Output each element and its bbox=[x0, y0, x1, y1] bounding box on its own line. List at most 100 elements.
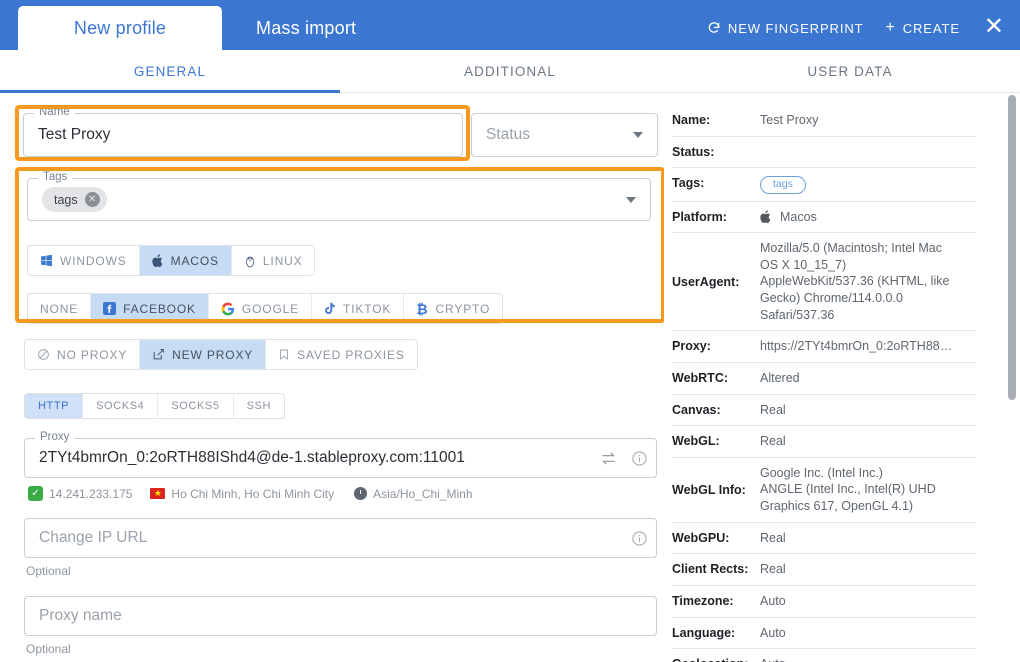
title-bar-actions: NEW FINGERPRINT + CREATE ✕ bbox=[707, 6, 1020, 50]
scrollbar-thumb[interactable] bbox=[1008, 95, 1016, 400]
plus-icon: + bbox=[885, 19, 895, 37]
os-segment-group: WINDOWS MACOS bbox=[27, 245, 315, 276]
change-ip-url-helper: Optional bbox=[26, 564, 657, 578]
info-value: Mozilla/5.0 (Macintosh; Intel Mac OS X 1… bbox=[760, 240, 960, 323]
info-key: Proxy: bbox=[672, 338, 760, 353]
tab-user-data-label: USER DATA bbox=[807, 64, 892, 79]
os-option-macos-label: MACOS bbox=[171, 254, 219, 268]
change-ip-url-placeholder: Change IP URL bbox=[39, 529, 147, 547]
proxy-field-legend: Proxy bbox=[35, 431, 74, 443]
protocol-option-ssh[interactable]: SSH bbox=[234, 394, 284, 418]
proxy-mode-selector: NO PROXY NEW PROXY bbox=[24, 339, 418, 370]
title-bar: New profile Mass import NEW FINGERPRINT … bbox=[0, 0, 1020, 50]
linux-icon bbox=[244, 254, 256, 268]
tag-chip-label: tags bbox=[54, 193, 78, 207]
name-field-legend: Name bbox=[34, 106, 75, 118]
clock-icon bbox=[354, 487, 367, 500]
status-badge: tags bbox=[760, 176, 806, 194]
info-value: tags bbox=[760, 175, 806, 194]
proxy-ip: ✓ 14.241.233.175 bbox=[28, 486, 132, 501]
proxy-name-input[interactable]: Proxy name bbox=[24, 596, 657, 636]
name-input[interactable]: Name Test Proxy bbox=[23, 113, 463, 157]
proxy-mode-new-proxy[interactable]: NEW PROXY bbox=[140, 340, 266, 369]
tab-additional-label: ADDITIONAL bbox=[464, 64, 556, 79]
purpose-option-tiktok-label: TIKTOK bbox=[343, 302, 391, 316]
section-tabs: GENERAL ADDITIONAL USER DATA bbox=[0, 50, 1020, 93]
new-fingerprint-button[interactable]: NEW FINGERPRINT bbox=[707, 21, 864, 36]
info-key: Language: bbox=[672, 625, 760, 640]
fingerprint-summary-panel: Name: Test Proxy Status: Tags: tags Plat… bbox=[664, 93, 998, 662]
protocol-option-socks4[interactable]: SOCKS4 bbox=[83, 394, 158, 418]
info-value: Macos bbox=[760, 209, 817, 226]
tag-chip-remove-icon[interactable]: ✕ bbox=[85, 192, 100, 207]
info-row-language: Language: Auto bbox=[672, 618, 976, 650]
proxy-mode-new-proxy-label: NEW PROXY bbox=[172, 348, 253, 362]
tags-field-legend: Tags bbox=[38, 171, 72, 183]
info-value: Auto bbox=[760, 593, 786, 610]
proxy-name-wrapper: Proxy name Optional bbox=[24, 596, 657, 656]
swap-icon[interactable] bbox=[600, 450, 617, 467]
tab-mass-import[interactable]: Mass import bbox=[230, 6, 382, 50]
tab-general[interactable]: GENERAL bbox=[0, 50, 340, 92]
info-value: https://2TYt4bmrOn_0:2oRTH88… bbox=[760, 338, 952, 355]
status-select-placeholder: Status bbox=[486, 126, 530, 144]
info-row-canvas: Canvas: Real bbox=[672, 395, 976, 427]
protocol-option-socks5[interactable]: SOCKS5 bbox=[158, 394, 233, 418]
info-row-tags: Tags: tags bbox=[672, 168, 976, 202]
os-option-macos[interactable]: MACOS bbox=[140, 246, 232, 275]
purpose-selector: NONE FACEBOOK bbox=[27, 293, 503, 324]
proxy-mode-no-proxy-label: NO PROXY bbox=[57, 348, 127, 362]
purpose-option-tiktok[interactable]: TIKTOK bbox=[312, 294, 404, 323]
tab-new-profile-label: New profile bbox=[74, 18, 166, 39]
info-icon[interactable] bbox=[631, 450, 648, 467]
info-value: Auto bbox=[760, 656, 786, 662]
tab-additional[interactable]: ADDITIONAL bbox=[340, 50, 680, 92]
info-value: Test Proxy bbox=[760, 112, 818, 129]
info-row-timezone: Timezone: Auto bbox=[672, 586, 976, 618]
protocol-option-http[interactable]: HTTP bbox=[25, 394, 83, 418]
info-icon[interactable] bbox=[631, 530, 648, 547]
change-ip-url-wrapper: Change IP URL Optional bbox=[24, 518, 657, 578]
info-row-name: Name: Test Proxy bbox=[672, 105, 976, 137]
status-select[interactable]: Status bbox=[471, 113, 658, 157]
change-ip-url-input[interactable]: Change IP URL bbox=[24, 518, 657, 558]
close-icon[interactable]: ✕ bbox=[982, 15, 1006, 42]
refresh-icon bbox=[707, 21, 721, 35]
os-option-windows[interactable]: WINDOWS bbox=[28, 246, 140, 275]
protocol-selector: HTTP SOCKS4 SOCKS5 SSH bbox=[24, 393, 285, 419]
info-value: Real bbox=[760, 433, 786, 450]
flag-icon: ★ bbox=[150, 488, 165, 499]
bitcoin-icon: ₿ bbox=[416, 301, 428, 317]
info-key: Timezone: bbox=[672, 593, 760, 608]
info-value: Real bbox=[760, 402, 786, 419]
dialog-body: Name Test Proxy Status Tags tags ✕ bbox=[0, 93, 1020, 662]
name-input-value: Test Proxy bbox=[38, 126, 110, 144]
create-button[interactable]: + CREATE bbox=[885, 19, 959, 37]
proxy-mode-no-proxy[interactable]: NO PROXY bbox=[25, 340, 140, 369]
tab-new-profile[interactable]: New profile bbox=[18, 6, 222, 50]
tiktok-icon bbox=[324, 302, 336, 316]
purpose-option-google[interactable]: GOOGLE bbox=[209, 294, 312, 323]
os-option-linux[interactable]: LINUX bbox=[232, 246, 315, 275]
proxy-mode-saved-proxies[interactable]: SAVED PROXIES bbox=[266, 340, 417, 369]
proxy-name-helper: Optional bbox=[26, 642, 657, 656]
tag-chip[interactable]: tags ✕ bbox=[42, 187, 107, 212]
status-field-wrapper: Status bbox=[471, 113, 658, 157]
new-profile-dialog: New profile Mass import NEW FINGERPRINT … bbox=[0, 0, 1020, 662]
info-row-webgl-info: WebGL Info: Google Inc. (Intel Inc.) ANG… bbox=[672, 458, 976, 523]
google-icon bbox=[221, 302, 235, 316]
proxy-field-wrapper: Proxy 2TYt4bmrOn_0:2oRTH88IShd4@de-1.sta… bbox=[24, 438, 657, 478]
purpose-option-crypto[interactable]: ₿ CRYPTO bbox=[404, 294, 502, 323]
tab-user-data[interactable]: USER DATA bbox=[680, 50, 1020, 92]
info-key: WebGPU: bbox=[672, 530, 760, 545]
purpose-option-none[interactable]: NONE bbox=[28, 294, 91, 323]
info-key: WebGL: bbox=[672, 433, 760, 448]
proxy-input[interactable]: Proxy 2TYt4bmrOn_0:2oRTH88IShd4@de-1.sta… bbox=[24, 438, 657, 478]
info-row-proxy: Proxy: https://2TYt4bmrOn_0:2oRTH88… bbox=[672, 331, 976, 363]
purpose-option-facebook[interactable]: FACEBOOK bbox=[91, 294, 209, 323]
protocol-option-socks4-label: SOCKS4 bbox=[96, 400, 144, 412]
tags-select[interactable]: Tags tags ✕ bbox=[27, 178, 651, 221]
profile-form: Name Test Proxy Status Tags tags ✕ bbox=[0, 93, 664, 662]
proxy-mode-saved-proxies-label: SAVED PROXIES bbox=[297, 348, 405, 362]
facebook-icon bbox=[103, 302, 116, 315]
